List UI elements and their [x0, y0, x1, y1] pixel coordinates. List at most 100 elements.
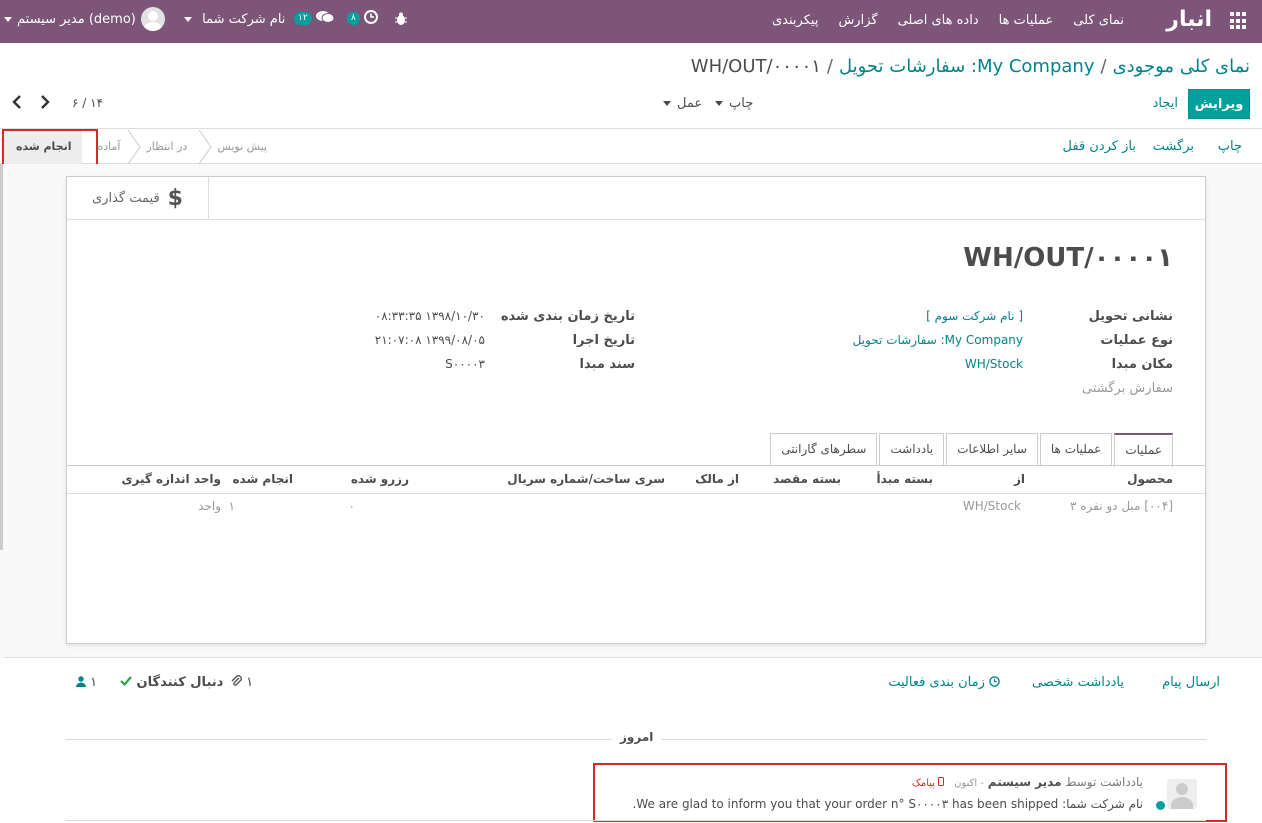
attachments-count: ۱ — [246, 675, 254, 690]
source-location-value[interactable]: WH/Stock — [965, 357, 1023, 371]
company-caret-icon — [184, 17, 192, 22]
followers-button[interactable]: ۱ — [76, 675, 97, 690]
menu-item-master-data[interactable]: داده های اصلی — [898, 13, 979, 28]
print-button[interactable]: چاپ — [1218, 139, 1242, 154]
menu-item-operations[interactable]: عملیات ها — [999, 13, 1054, 28]
scheduled-date-value: ۱۳۹۸/۱۰/۳۰ ۰۸:۳۳:۳۵ — [374, 309, 485, 323]
menu-item-overview[interactable]: نمای کلی — [1073, 13, 1124, 28]
col-product[interactable]: محصول — [1127, 472, 1173, 486]
breadcrumb-delivery-orders[interactable]: My Company: سفارشات تحویل — [839, 56, 1095, 77]
message-header: یادداشت توسط مدیر سیستم - اکنون پیامک — [912, 775, 1143, 789]
source-document-label: سند مبدا — [579, 357, 635, 372]
statusbar: چاپ برگشت باز کردن قفل پیش نویس در انتظا… — [0, 128, 1262, 164]
col-destination-package[interactable]: بسته مقصد — [773, 472, 841, 486]
breadcrumb-separator: / — [826, 56, 833, 77]
delivery-address-label: نشانی تحویل — [1088, 309, 1173, 324]
schedule-activity-label: زمان بندی فعالیت — [888, 675, 985, 690]
scheduled-date-label: تاریخ زمان بندی شده — [500, 309, 635, 324]
pager-previous-button[interactable] — [12, 94, 22, 113]
notebook-tabs: عملیات عملیات ها سایر اطلاعات یادداشت سط… — [768, 433, 1173, 467]
stage-chevron — [128, 130, 142, 164]
col-reserved[interactable]: رزرو شده — [351, 472, 409, 486]
print-dropdown[interactable]: چاپ — [715, 96, 753, 111]
check-icon — [120, 676, 132, 687]
valuation-label: قیمت گذاری — [92, 191, 160, 206]
valuation-button[interactable]: $ قیمت گذاری — [67, 177, 209, 220]
message-avatar — [1167, 779, 1197, 809]
left-border-strip — [0, 164, 3, 550]
log-note-button[interactable]: یادداشت شخصی — [1032, 675, 1124, 690]
today-label: امروز — [612, 730, 662, 744]
message-status-dot — [1156, 801, 1165, 810]
message-prefix: یادداشت توسط — [1065, 775, 1143, 789]
sms-indicator: پیامک — [911, 777, 945, 789]
col-from[interactable]: از — [1014, 472, 1025, 486]
breadcrumb: نمای کلی موجودی / My Company: سفارشات تحوی… — [691, 56, 1250, 77]
tab-detailed-operations[interactable]: عملیات ها — [1039, 433, 1113, 466]
return-button[interactable]: برگشت — [1153, 139, 1194, 154]
col-lot-serial[interactable]: سری ساخت/شماره سریال — [507, 472, 665, 486]
form-sheet: $ قیمت گذاری WH/OUT/۰۰۰۰۱ نشانی تحویل [ … — [66, 176, 1206, 644]
cell-reserved: ۰ — [348, 499, 355, 513]
print-caret-icon — [715, 101, 723, 106]
tab-operations[interactable]: عملیات — [1114, 433, 1173, 467]
operation-type-value[interactable]: My Company: سفارشات تحویل — [853, 333, 1023, 347]
apps-menu-icon[interactable] — [1230, 12, 1248, 30]
tab-additional-info[interactable]: سایر اطلاعات — [946, 433, 1038, 466]
bug-icon — [395, 12, 407, 25]
message-time: - اکنون — [954, 778, 984, 789]
user-menu[interactable]: مدیر سیستم (demo) — [4, 7, 165, 31]
menu-item-configuration[interactable]: پیکربندی — [772, 13, 818, 28]
unlock-button[interactable]: باز کردن قفل — [1063, 139, 1136, 154]
tab-note[interactable]: یادداشت — [879, 433, 945, 466]
schedule-activity-button[interactable]: زمان بندی فعالیت — [888, 675, 1000, 690]
clock-icon — [989, 676, 1000, 687]
follow-button[interactable]: دنبال کنندگان — [120, 675, 223, 690]
col-source-package[interactable]: بسته مبدأ — [877, 472, 933, 486]
chevron-right-icon — [41, 95, 50, 109]
chatter-message: یادداشت توسط مدیر سیستم - اکنون پیامک نا… — [593, 763, 1227, 822]
return-order-label: سفارش برگشتی — [1081, 381, 1173, 396]
app-brand[interactable]: انبار — [1166, 7, 1212, 32]
pager-next-button[interactable] — [40, 94, 50, 113]
followers-count: ۱ — [90, 675, 98, 690]
chat-icon — [315, 10, 335, 23]
debug-menu[interactable] — [395, 12, 407, 29]
sms-label: پیامک — [911, 778, 936, 789]
pager-value[interactable]: ۶ / ۱۴ — [72, 96, 103, 110]
edit-button[interactable]: ویرایش — [1188, 89, 1250, 119]
breadcrumb-inventory-overview[interactable]: نمای کلی موجودی — [1113, 56, 1250, 77]
col-done[interactable]: انجام شده — [232, 472, 293, 486]
chevron-left-icon — [12, 95, 21, 109]
delivery-address-value[interactable]: [ نام شرکت سوم ] — [926, 309, 1023, 323]
user-name: مدیر سیستم (demo) — [17, 11, 136, 27]
company-switcher[interactable]: نام شرکت شما — [184, 12, 285, 27]
col-owner[interactable]: از مالک — [695, 472, 739, 486]
menu-item-reporting[interactable]: گزارش — [838, 13, 877, 28]
stage-draft: پیش نویس — [199, 130, 283, 164]
chatter-divider — [4, 657, 1262, 658]
col-uom[interactable]: واحد اندازه گیری — [121, 472, 221, 486]
stage-chevron — [199, 130, 212, 164]
action-caret-icon — [663, 101, 671, 106]
dollar-icon: $ — [167, 186, 183, 211]
effective-date-label: تاریخ اجرا — [572, 333, 635, 348]
messages-badge: ۱۲ — [294, 12, 312, 25]
cell-product: [۰۰۴] مبل دو نفره ۳ — [1069, 499, 1173, 513]
send-message-button[interactable]: ارسال پیام — [1162, 675, 1220, 690]
activities-badge: ۸ — [347, 12, 360, 25]
user-icon — [76, 676, 86, 687]
message-author[interactable]: مدیر سیستم — [988, 775, 1062, 789]
cell-done: ۱ — [228, 499, 235, 513]
effective-date-value: ۱۳۹۹/۰۸/۰۵ ۲۱:۰۷:۰۸ — [374, 333, 485, 347]
messaging-menu[interactable]: ۱۲ — [294, 9, 335, 25]
activity-menu[interactable]: ۸ — [347, 9, 378, 25]
attachments-button[interactable]: ۱ — [230, 675, 253, 690]
tab-warranty-lines[interactable]: سطرهای گارانتی — [770, 433, 878, 466]
create-button[interactable]: ایجاد — [1153, 96, 1178, 111]
stage-waiting: در انتظار — [128, 130, 199, 164]
operation-type-label: نوع عملیات — [1100, 333, 1173, 348]
action-dropdown[interactable]: عمل — [663, 96, 702, 111]
mobile-icon — [938, 777, 945, 786]
stage-ready-label: آماده — [97, 140, 121, 153]
